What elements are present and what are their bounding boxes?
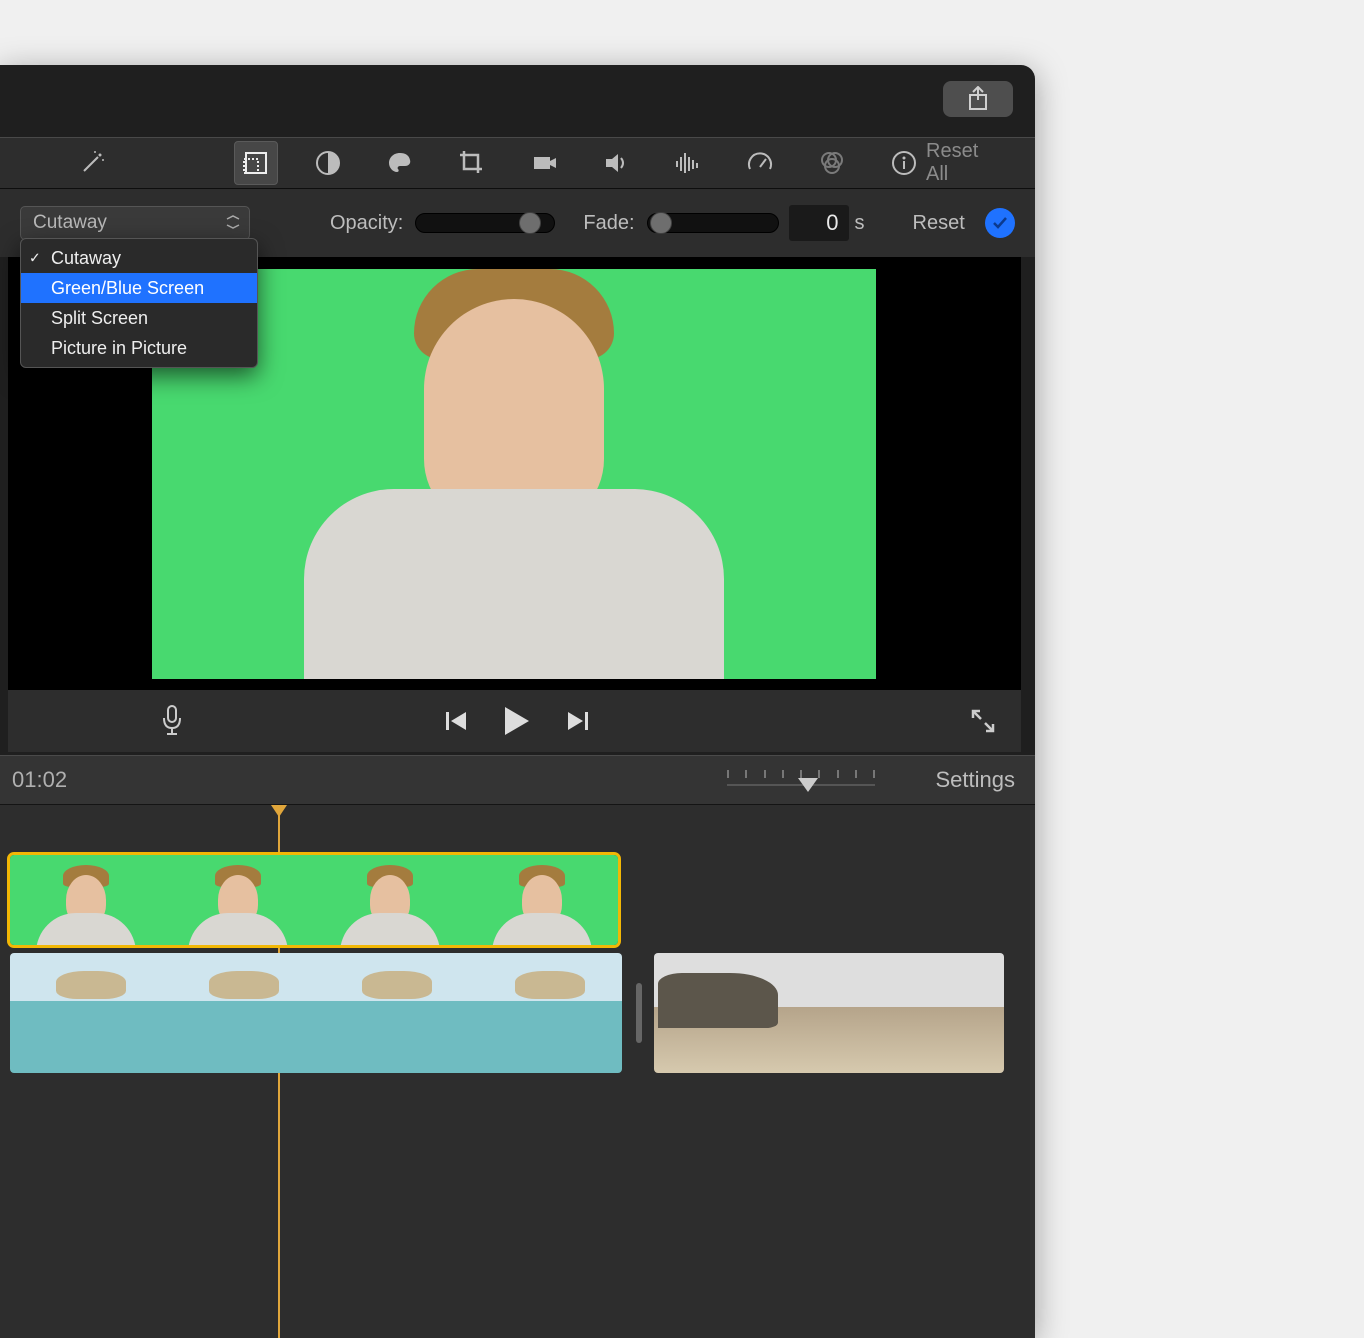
preview-person-body [304,489,724,679]
play-button[interactable] [502,704,532,738]
timeline-time: 01:02 [12,767,67,793]
timeline-settings-button[interactable]: Settings [936,767,1016,793]
next-button[interactable] [564,708,590,734]
crop-tab[interactable] [450,141,494,185]
camera-icon [530,149,558,177]
opacity-slider-thumb[interactable] [519,212,541,234]
fade-value-input[interactable]: 0 [789,205,849,241]
overlay-type-menu: ✓ Cutaway Green/Blue Screen Split Screen… [20,238,258,368]
color-balance-icon [314,149,342,177]
play-icon [502,704,532,738]
clip-thumb [316,953,469,1073]
previous-button[interactable] [444,708,470,734]
color-balance-tab[interactable] [306,141,350,185]
voiceover-button[interactable] [160,704,184,738]
palette-icon [386,149,414,177]
volume-tab[interactable] [594,141,638,185]
check-icon: ✓ [29,250,41,267]
previous-icon [444,708,470,734]
speedometer-icon [746,149,774,177]
imovie-window: Reset All Cutaway Opacity: Fade: 0 s Res… [0,65,1035,1338]
main-beach-clip-1[interactable] [10,953,622,1073]
clip-thumb [163,953,316,1073]
clip-thumb [469,953,622,1073]
playback-controls [8,690,1021,752]
clip-thumb [654,953,1004,1073]
info-tab[interactable] [882,141,926,185]
timeline-header: 01:02 Settings [0,755,1035,805]
share-icon [967,86,989,112]
zoom-thumb[interactable] [798,778,818,792]
clip-gap-handle[interactable] [636,983,642,1043]
fade-slider[interactable] [647,213,779,233]
clip-thumb [10,855,162,945]
speaker-icon [602,149,630,177]
inspector-toolbar: Reset All [0,137,1035,189]
eq-icon [674,151,702,175]
next-icon [564,708,590,734]
chevron-down-icon [225,215,241,231]
fade-unit-label: s [855,212,865,235]
reset-all-button[interactable]: Reset All [926,140,999,186]
crop-icon [458,149,486,177]
overlay-type-dropdown[interactable]: Cutaway [20,206,250,240]
reset-button[interactable]: Reset [913,212,965,235]
info-icon [890,149,918,177]
dropdown-selected-label: Cutaway [33,212,107,234]
overlay-greenscreen-clip[interactable] [10,855,618,945]
fullscreen-button[interactable] [969,707,997,735]
menu-item-split-screen[interactable]: Split Screen [21,303,257,333]
microphone-icon [160,704,184,738]
preview-greenscreen-frame [152,269,876,679]
color-correction-tab[interactable] [378,141,422,185]
clip-thumb [314,855,466,945]
filter-circles-icon [818,149,846,177]
fade-label: Fade: [583,212,634,235]
checkmark-icon [991,214,1009,232]
opacity-slider[interactable] [415,213,555,233]
zoom-slider[interactable] [727,770,875,790]
wand-icon [78,149,106,177]
expand-icon [969,707,997,735]
confirm-button[interactable] [985,208,1015,238]
main-beach-clip-2[interactable] [654,953,1004,1073]
clip-thumb [466,855,618,945]
overlay-tab[interactable] [234,141,278,185]
opacity-label: Opacity: [330,212,403,235]
clip-thumb [162,855,314,945]
clip-thumb [10,953,163,1073]
menu-item-picture-in-picture[interactable]: Picture in Picture [21,333,257,363]
clip-filter-tab[interactable] [810,141,854,185]
menu-item-cutaway[interactable]: ✓ Cutaway [21,243,257,273]
timeline[interactable] [0,805,1035,1338]
noise-reduction-tab[interactable] [666,141,710,185]
speed-tab[interactable] [738,141,782,185]
stabilization-tab[interactable] [522,141,566,185]
share-button[interactable] [943,81,1013,117]
menu-item-green-blue-screen[interactable]: Green/Blue Screen [21,273,257,303]
overlay-icon [242,149,270,177]
magic-wand-button[interactable] [78,149,106,177]
fade-slider-thumb[interactable] [650,212,672,234]
